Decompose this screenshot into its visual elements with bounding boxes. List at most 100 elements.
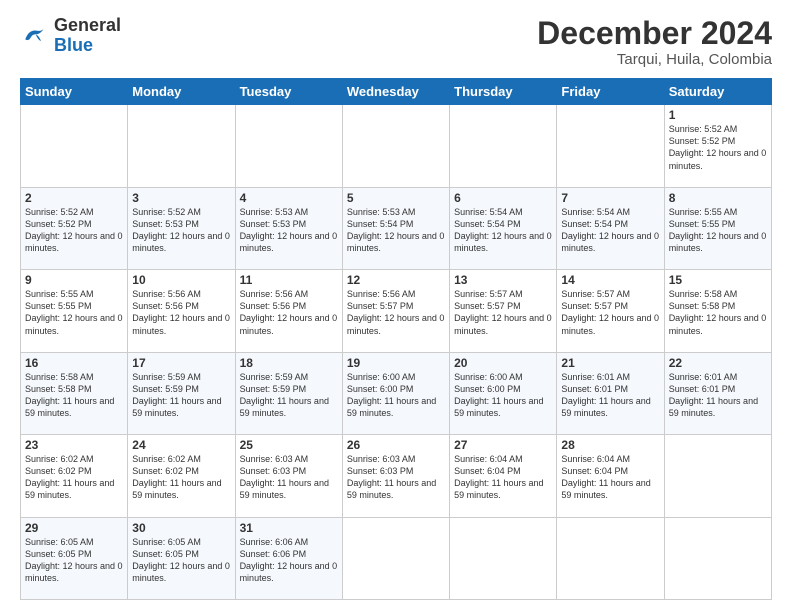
day-number: 12 bbox=[347, 273, 445, 287]
calendar-cell bbox=[664, 517, 771, 599]
calendar-table: Sunday Monday Tuesday Wednesday Thursday… bbox=[20, 78, 772, 600]
day-number: 23 bbox=[25, 438, 123, 452]
day-info: Sunrise: 5:58 AMSunset: 5:58 PMDaylight:… bbox=[25, 371, 123, 420]
day-number: 2 bbox=[25, 191, 123, 205]
col-monday: Monday bbox=[128, 79, 235, 105]
day-number: 9 bbox=[25, 273, 123, 287]
day-info: Sunrise: 6:06 AMSunset: 6:06 PMDaylight:… bbox=[240, 536, 338, 585]
day-info: Sunrise: 5:59 AMSunset: 5:59 PMDaylight:… bbox=[132, 371, 230, 420]
day-info: Sunrise: 5:53 AMSunset: 5:54 PMDaylight:… bbox=[347, 206, 445, 255]
day-number: 22 bbox=[669, 356, 767, 370]
day-info: Sunrise: 5:53 AMSunset: 5:53 PMDaylight:… bbox=[240, 206, 338, 255]
day-number: 29 bbox=[25, 521, 123, 535]
day-info: Sunrise: 5:56 AMSunset: 5:56 PMDaylight:… bbox=[240, 288, 338, 337]
logo-blue: Blue bbox=[54, 35, 93, 55]
day-info: Sunrise: 5:55 AMSunset: 5:55 PMDaylight:… bbox=[669, 206, 767, 255]
day-number: 11 bbox=[240, 273, 338, 287]
calendar-cell: 2Sunrise: 5:52 AMSunset: 5:52 PMDaylight… bbox=[21, 187, 128, 269]
day-info: Sunrise: 6:05 AMSunset: 6:05 PMDaylight:… bbox=[25, 536, 123, 585]
day-info: Sunrise: 5:56 AMSunset: 5:56 PMDaylight:… bbox=[132, 288, 230, 337]
calendar-cell: 1Sunrise: 5:52 AMSunset: 5:52 PMDaylight… bbox=[664, 105, 771, 187]
calendar-cell: 18Sunrise: 5:59 AMSunset: 5:59 PMDayligh… bbox=[235, 352, 342, 434]
day-info: Sunrise: 5:52 AMSunset: 5:52 PMDaylight:… bbox=[669, 123, 767, 172]
calendar-cell bbox=[557, 105, 664, 187]
calendar-cell bbox=[21, 105, 128, 187]
day-info: Sunrise: 6:04 AMSunset: 6:04 PMDaylight:… bbox=[561, 453, 659, 502]
day-info: Sunrise: 6:03 AMSunset: 6:03 PMDaylight:… bbox=[240, 453, 338, 502]
day-number: 27 bbox=[454, 438, 552, 452]
day-number: 6 bbox=[454, 191, 552, 205]
day-number: 10 bbox=[132, 273, 230, 287]
day-number: 24 bbox=[132, 438, 230, 452]
day-number: 1 bbox=[669, 108, 767, 122]
day-info: Sunrise: 5:57 AMSunset: 5:57 PMDaylight:… bbox=[561, 288, 659, 337]
location: Tarqui, Huila, Colombia bbox=[537, 51, 772, 68]
day-info: Sunrise: 5:55 AMSunset: 5:55 PMDaylight:… bbox=[25, 288, 123, 337]
col-wednesday: Wednesday bbox=[342, 79, 449, 105]
day-info: Sunrise: 6:00 AMSunset: 6:00 PMDaylight:… bbox=[347, 371, 445, 420]
calendar-cell: 4Sunrise: 5:53 AMSunset: 5:53 PMDaylight… bbox=[235, 187, 342, 269]
calendar-cell: 27Sunrise: 6:04 AMSunset: 6:04 PMDayligh… bbox=[450, 435, 557, 517]
calendar-week-0: 1Sunrise: 5:52 AMSunset: 5:52 PMDaylight… bbox=[21, 105, 772, 187]
day-number: 14 bbox=[561, 273, 659, 287]
calendar-cell: 24Sunrise: 6:02 AMSunset: 6:02 PMDayligh… bbox=[128, 435, 235, 517]
calendar-cell: 10Sunrise: 5:56 AMSunset: 5:56 PMDayligh… bbox=[128, 270, 235, 352]
calendar-cell: 11Sunrise: 5:56 AMSunset: 5:56 PMDayligh… bbox=[235, 270, 342, 352]
calendar-cell: 6Sunrise: 5:54 AMSunset: 5:54 PMDaylight… bbox=[450, 187, 557, 269]
day-number: 20 bbox=[454, 356, 552, 370]
day-info: Sunrise: 6:05 AMSunset: 6:05 PMDaylight:… bbox=[132, 536, 230, 585]
calendar-cell: 22Sunrise: 6:01 AMSunset: 6:01 PMDayligh… bbox=[664, 352, 771, 434]
calendar-cell: 7Sunrise: 5:54 AMSunset: 5:54 PMDaylight… bbox=[557, 187, 664, 269]
day-info: Sunrise: 5:52 AMSunset: 5:52 PMDaylight:… bbox=[25, 206, 123, 255]
calendar-cell: 9Sunrise: 5:55 AMSunset: 5:55 PMDaylight… bbox=[21, 270, 128, 352]
calendar-week-3: 16Sunrise: 5:58 AMSunset: 5:58 PMDayligh… bbox=[21, 352, 772, 434]
day-info: Sunrise: 5:54 AMSunset: 5:54 PMDaylight:… bbox=[561, 206, 659, 255]
day-info: Sunrise: 6:01 AMSunset: 6:01 PMDaylight:… bbox=[561, 371, 659, 420]
day-number: 28 bbox=[561, 438, 659, 452]
calendar-cell bbox=[664, 435, 771, 517]
calendar-cell: 23Sunrise: 6:02 AMSunset: 6:02 PMDayligh… bbox=[21, 435, 128, 517]
day-info: Sunrise: 6:03 AMSunset: 6:03 PMDaylight:… bbox=[347, 453, 445, 502]
calendar-cell: 29Sunrise: 6:05 AMSunset: 6:05 PMDayligh… bbox=[21, 517, 128, 599]
calendar-cell: 21Sunrise: 6:01 AMSunset: 6:01 PMDayligh… bbox=[557, 352, 664, 434]
calendar-cell: 3Sunrise: 5:52 AMSunset: 5:53 PMDaylight… bbox=[128, 187, 235, 269]
day-number: 30 bbox=[132, 521, 230, 535]
day-number: 4 bbox=[240, 191, 338, 205]
calendar-cell bbox=[450, 517, 557, 599]
header: General Blue December 2024 Tarqui, Huila… bbox=[20, 16, 772, 68]
col-saturday: Saturday bbox=[664, 79, 771, 105]
col-sunday: Sunday bbox=[21, 79, 128, 105]
month-title: December 2024 bbox=[537, 16, 772, 51]
logo-bird-icon bbox=[20, 22, 48, 50]
calendar-cell bbox=[235, 105, 342, 187]
calendar-week-4: 23Sunrise: 6:02 AMSunset: 6:02 PMDayligh… bbox=[21, 435, 772, 517]
col-thursday: Thursday bbox=[450, 79, 557, 105]
calendar-cell bbox=[342, 517, 449, 599]
day-number: 18 bbox=[240, 356, 338, 370]
calendar-cell: 14Sunrise: 5:57 AMSunset: 5:57 PMDayligh… bbox=[557, 270, 664, 352]
logo-general: General bbox=[54, 15, 121, 35]
day-number: 13 bbox=[454, 273, 552, 287]
calendar-cell: 26Sunrise: 6:03 AMSunset: 6:03 PMDayligh… bbox=[342, 435, 449, 517]
calendar-cell bbox=[557, 517, 664, 599]
calendar-cell: 8Sunrise: 5:55 AMSunset: 5:55 PMDaylight… bbox=[664, 187, 771, 269]
day-info: Sunrise: 5:54 AMSunset: 5:54 PMDaylight:… bbox=[454, 206, 552, 255]
calendar-cell: 20Sunrise: 6:00 AMSunset: 6:00 PMDayligh… bbox=[450, 352, 557, 434]
col-friday: Friday bbox=[557, 79, 664, 105]
calendar-cell: 28Sunrise: 6:04 AMSunset: 6:04 PMDayligh… bbox=[557, 435, 664, 517]
day-number: 16 bbox=[25, 356, 123, 370]
page: General Blue December 2024 Tarqui, Huila… bbox=[0, 0, 792, 612]
day-number: 17 bbox=[132, 356, 230, 370]
col-tuesday: Tuesday bbox=[235, 79, 342, 105]
day-number: 7 bbox=[561, 191, 659, 205]
calendar-cell: 16Sunrise: 5:58 AMSunset: 5:58 PMDayligh… bbox=[21, 352, 128, 434]
calendar-cell: 19Sunrise: 6:00 AMSunset: 6:00 PMDayligh… bbox=[342, 352, 449, 434]
calendar-header-row: Sunday Monday Tuesday Wednesday Thursday… bbox=[21, 79, 772, 105]
day-info: Sunrise: 5:52 AMSunset: 5:53 PMDaylight:… bbox=[132, 206, 230, 255]
day-number: 21 bbox=[561, 356, 659, 370]
calendar-week-1: 2Sunrise: 5:52 AMSunset: 5:52 PMDaylight… bbox=[21, 187, 772, 269]
day-info: Sunrise: 5:56 AMSunset: 5:57 PMDaylight:… bbox=[347, 288, 445, 337]
calendar-cell: 25Sunrise: 6:03 AMSunset: 6:03 PMDayligh… bbox=[235, 435, 342, 517]
day-number: 19 bbox=[347, 356, 445, 370]
calendar-cell bbox=[342, 105, 449, 187]
